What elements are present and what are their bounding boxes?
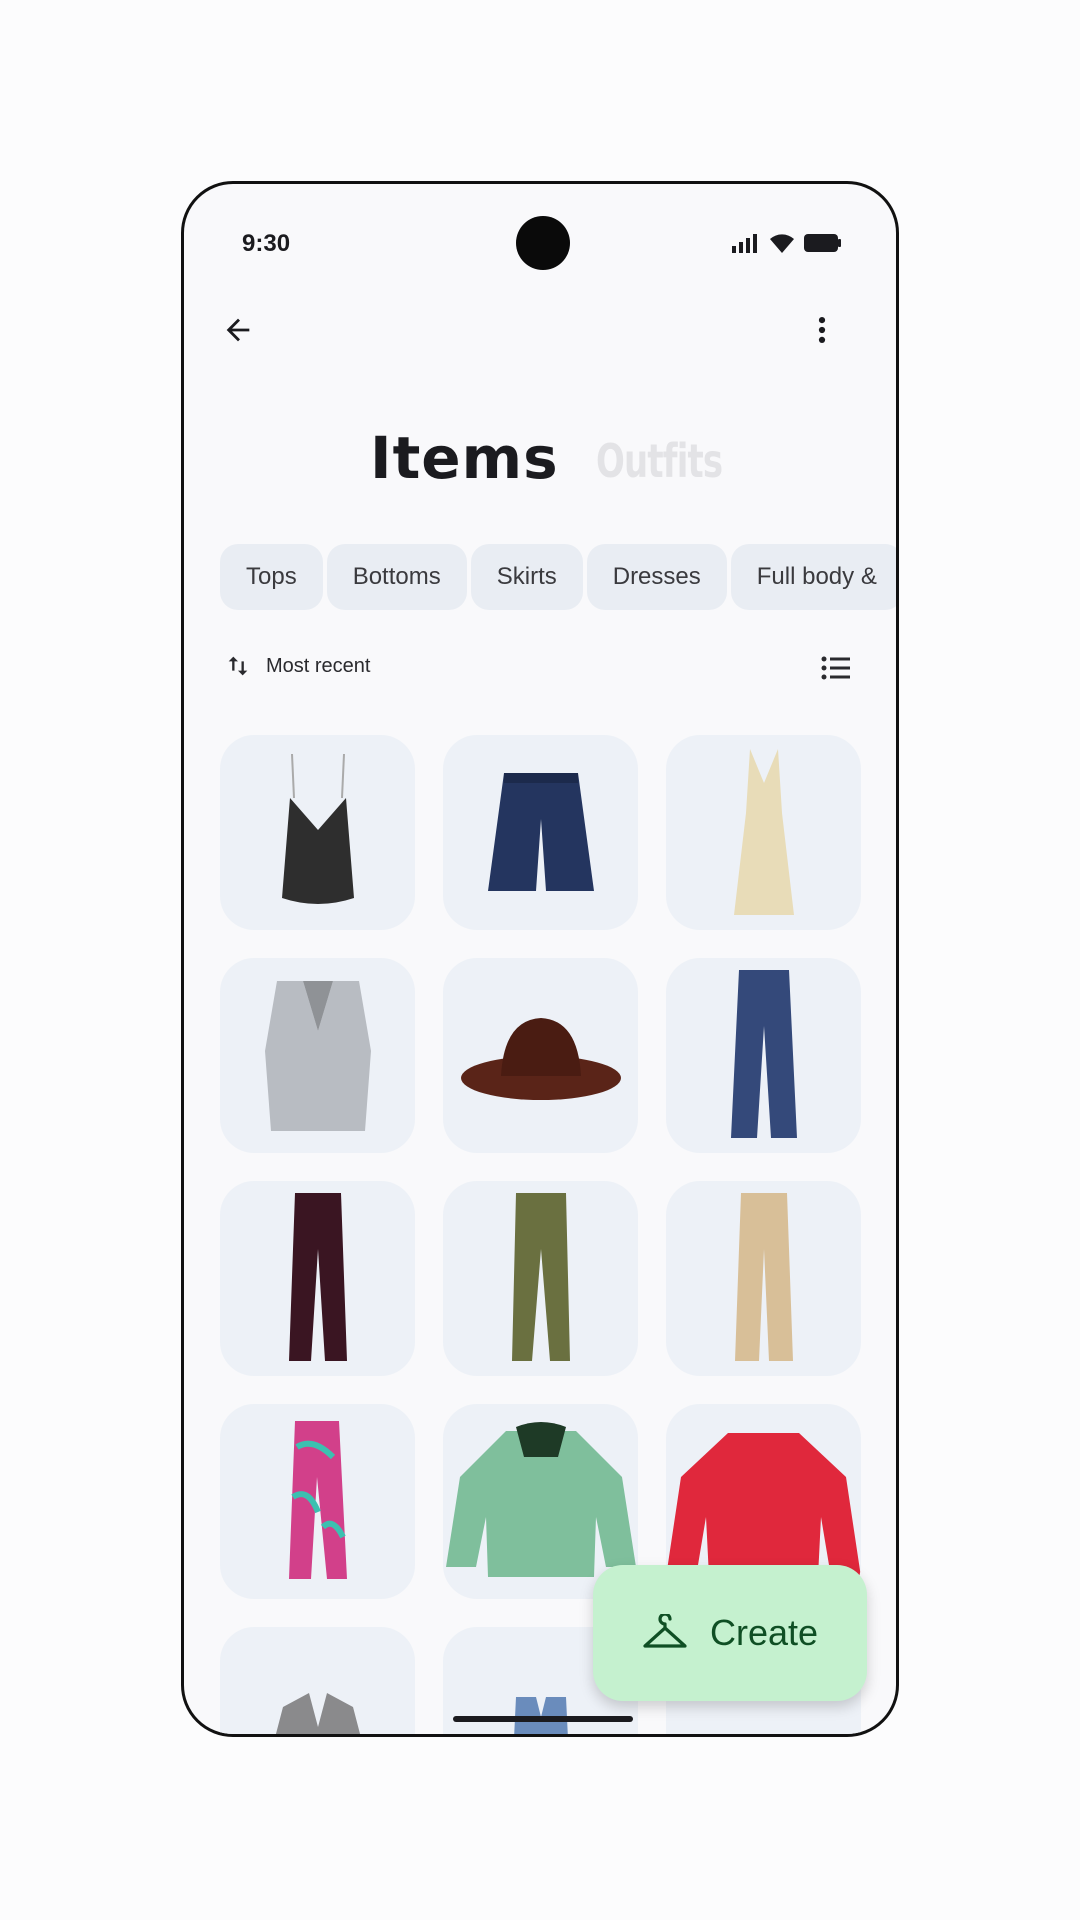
home-indicator[interactable] (453, 1716, 633, 1722)
satin-dress-image (733, 748, 794, 915)
item-shape (288, 1192, 347, 1361)
item-tile[interactable] (666, 735, 861, 930)
view-toggle-button[interactable] (814, 646, 858, 690)
battery-icon (804, 234, 841, 252)
item-tile[interactable] (666, 958, 861, 1153)
hat-image (460, 1017, 621, 1100)
item-tile[interactable] (443, 1181, 638, 1376)
create-label: Create (709, 1612, 819, 1653)
item-shape (730, 969, 797, 1138)
item-shape (511, 1192, 570, 1361)
chip-tops[interactable]: Tops (220, 544, 323, 610)
green-jacket-image (445, 1421, 636, 1577)
item-tile[interactable] (220, 958, 415, 1153)
denim-shorts-image (487, 772, 594, 891)
sort-button[interactable]: Most recent (224, 652, 370, 680)
phone-screen: 9:30 Items Outfits Tops Bottoms Skirts D… (181, 181, 899, 1737)
chip-full-body[interactable]: Full body & (730, 544, 896, 610)
more-vert-icon (818, 316, 826, 344)
back-button[interactable] (210, 302, 266, 358)
olive-joggers-image (511, 1192, 570, 1361)
item-shape (666, 1432, 861, 1577)
chip-dresses[interactable]: Dresses (586, 544, 727, 610)
beige-trousers-image (734, 1192, 793, 1361)
item-tile[interactable] (443, 958, 638, 1153)
chip-bottoms[interactable]: Bottoms (326, 544, 467, 610)
item-shape (734, 1192, 793, 1361)
tab-items[interactable]: Items (370, 424, 559, 492)
navy-trousers-image (730, 969, 797, 1138)
item-shape (733, 748, 794, 915)
create-button[interactable]: Create (593, 1565, 867, 1701)
item-tile[interactable] (220, 735, 415, 930)
status-time: 9:30 (242, 230, 291, 257)
more-options-button[interactable] (794, 302, 850, 358)
camera-cutout (516, 216, 570, 270)
arrow-back-icon (226, 318, 250, 342)
hanger-icon (643, 1614, 687, 1648)
swap-vert-icon (228, 656, 248, 676)
item-shape (487, 772, 594, 891)
red-bomber-image (666, 1432, 861, 1577)
signal-icon (732, 234, 757, 253)
item-shape (275, 1693, 360, 1734)
sort-label: Most recent (266, 654, 371, 677)
chip-skirts[interactable]: Skirts (470, 544, 583, 610)
item-tile[interactable] (443, 735, 638, 930)
list-view-icon (821, 656, 850, 680)
wifi-icon (770, 234, 794, 253)
sequin-vest-image (264, 980, 371, 1131)
item-tile[interactable] (220, 1404, 415, 1599)
blazer-image (275, 1693, 360, 1734)
item-tile[interactable] (666, 1181, 861, 1376)
filter-chips: Tops Bottoms Skirts Dresses Full body & (220, 544, 896, 610)
item-tile[interactable] (220, 1181, 415, 1376)
item-tile[interactable] (220, 1627, 415, 1734)
burgundy-trousers-image (288, 1192, 347, 1361)
print-pants-image (288, 1420, 347, 1579)
status-icons (732, 232, 842, 254)
item-shape (281, 797, 354, 904)
tab-outfits[interactable]: Outfits (596, 434, 723, 488)
camisole-image (281, 753, 354, 904)
